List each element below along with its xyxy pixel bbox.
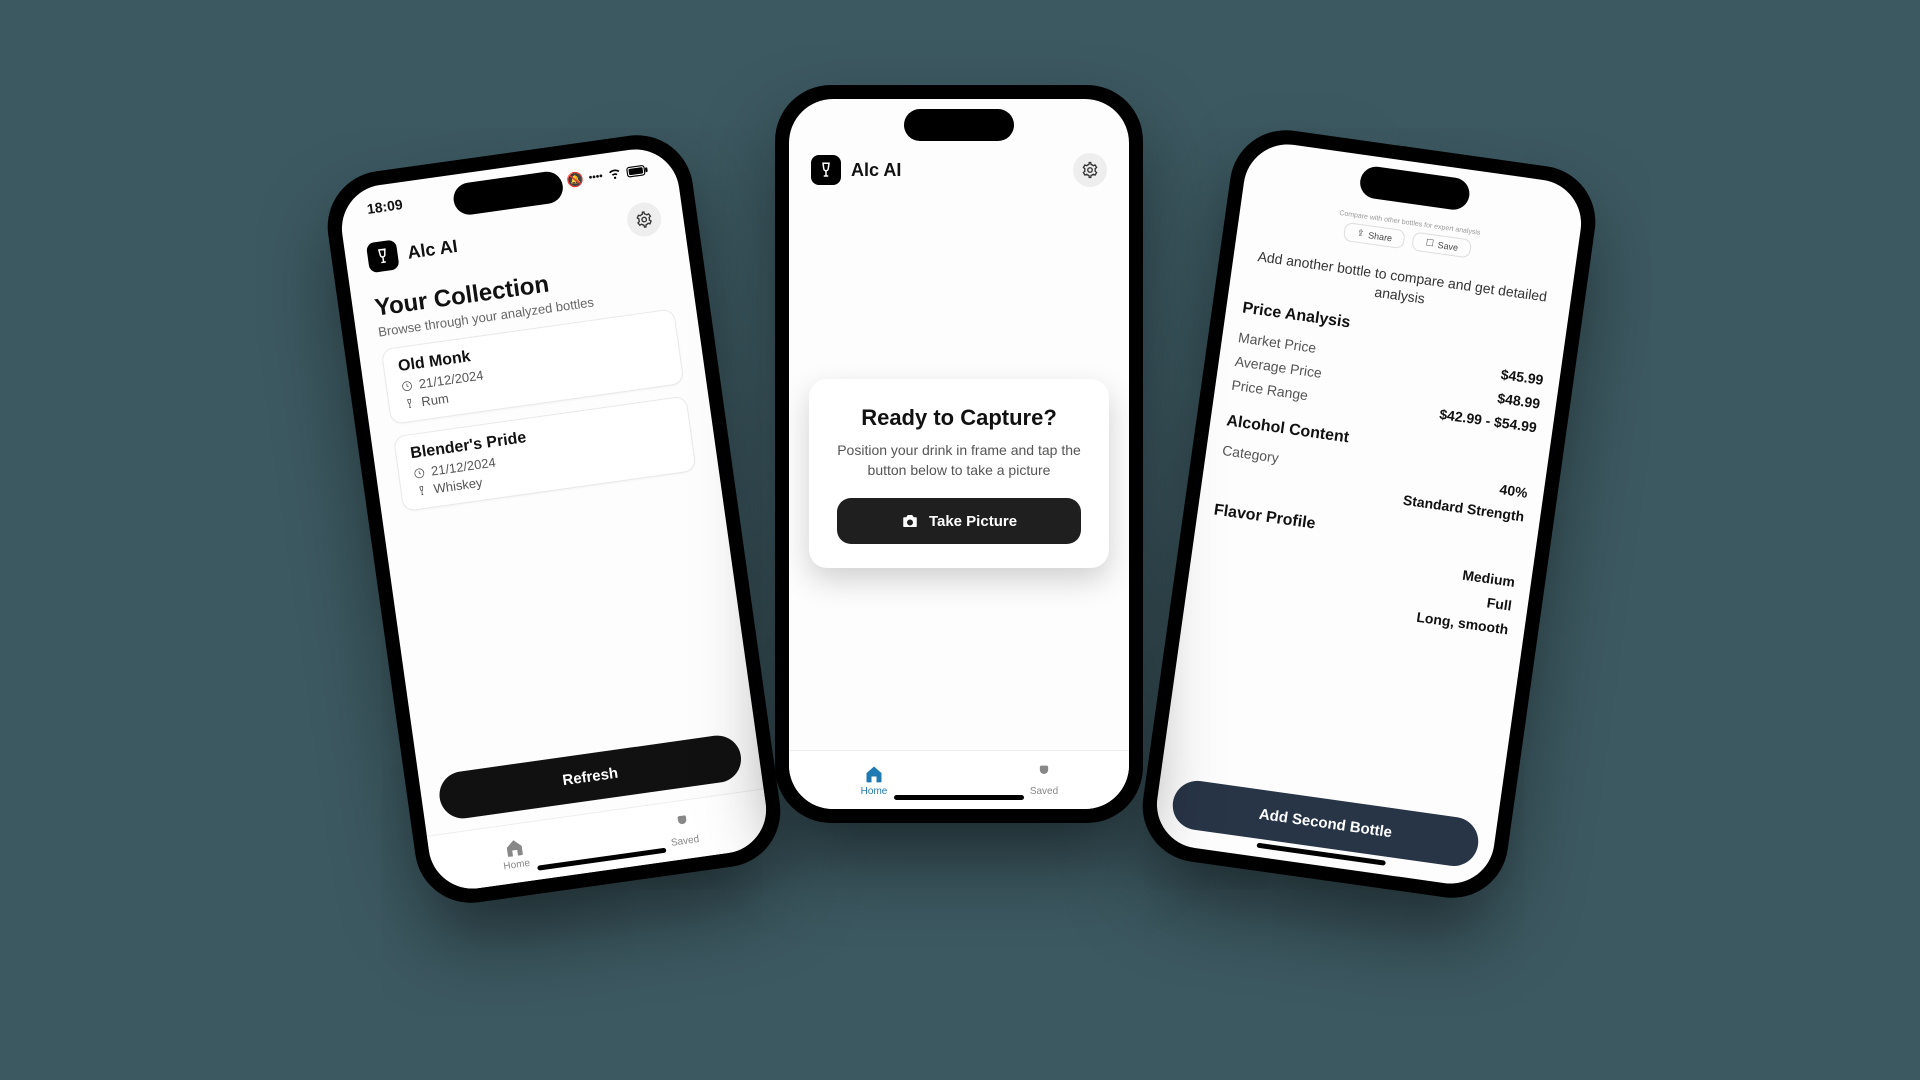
home-icon [864,764,884,784]
brand: Alc AI [811,155,901,185]
phone-capture: Alc AI Ready to Capture? Position your d… [775,85,1143,823]
tab-saved[interactable]: Saved [959,751,1129,809]
share-button[interactable]: ⇪Share [1343,222,1407,249]
phone-collection: 18:09 🔕 •••• Alc AI [320,128,787,910]
signal-icon: •••• [588,171,603,184]
settings-button[interactable] [1073,153,1107,187]
phone-analysis: Compare with other bottles for expert an… [1135,123,1602,905]
tab-label: Saved [1030,786,1058,797]
tab-home[interactable]: Home [789,751,959,809]
app-name: Alc AI [406,235,459,263]
settings-button[interactable] [625,200,663,238]
capture-heading: Ready to Capture? [829,405,1089,431]
app-name: Alc AI [851,160,901,181]
item-type: Whiskey [433,475,484,497]
bookmark-icon [671,812,694,835]
glass-icon [415,484,429,498]
wifi-icon [607,165,623,184]
battery-icon [625,162,649,181]
share-icon: ⇪ [1356,228,1365,240]
gear-icon [634,209,654,229]
stage: 18:09 🔕 •••• Alc AI [0,0,1920,1080]
home-icon [503,836,526,859]
tab-home[interactable]: Home [427,813,603,894]
gear-icon [1081,161,1099,179]
tab-label: Saved [670,833,700,848]
clock-icon [412,466,426,480]
clock-icon [400,379,414,393]
notch [904,109,1014,141]
save-button[interactable]: ☐Save [1412,232,1473,259]
bookmark-icon: ☐ [1425,237,1435,249]
item-type: Rum [420,391,449,410]
bookmark-icon [1034,764,1054,784]
bell-off-icon: 🔕 [566,171,586,190]
capture-body: Position your drink in frame and tap the… [829,441,1089,480]
capture-card: Ready to Capture? Position your drink in… [809,379,1109,568]
take-picture-button[interactable]: Take Picture [837,498,1081,544]
tab-label: Home [861,786,888,797]
app-logo-icon [811,155,841,185]
camera-icon [901,512,919,530]
brand: Alc AI [366,231,460,273]
app-logo-icon [366,239,400,273]
glass-icon [403,397,417,411]
home-indicator [894,795,1024,800]
take-picture-label: Take Picture [929,513,1017,530]
tab-label: Home [503,857,531,872]
